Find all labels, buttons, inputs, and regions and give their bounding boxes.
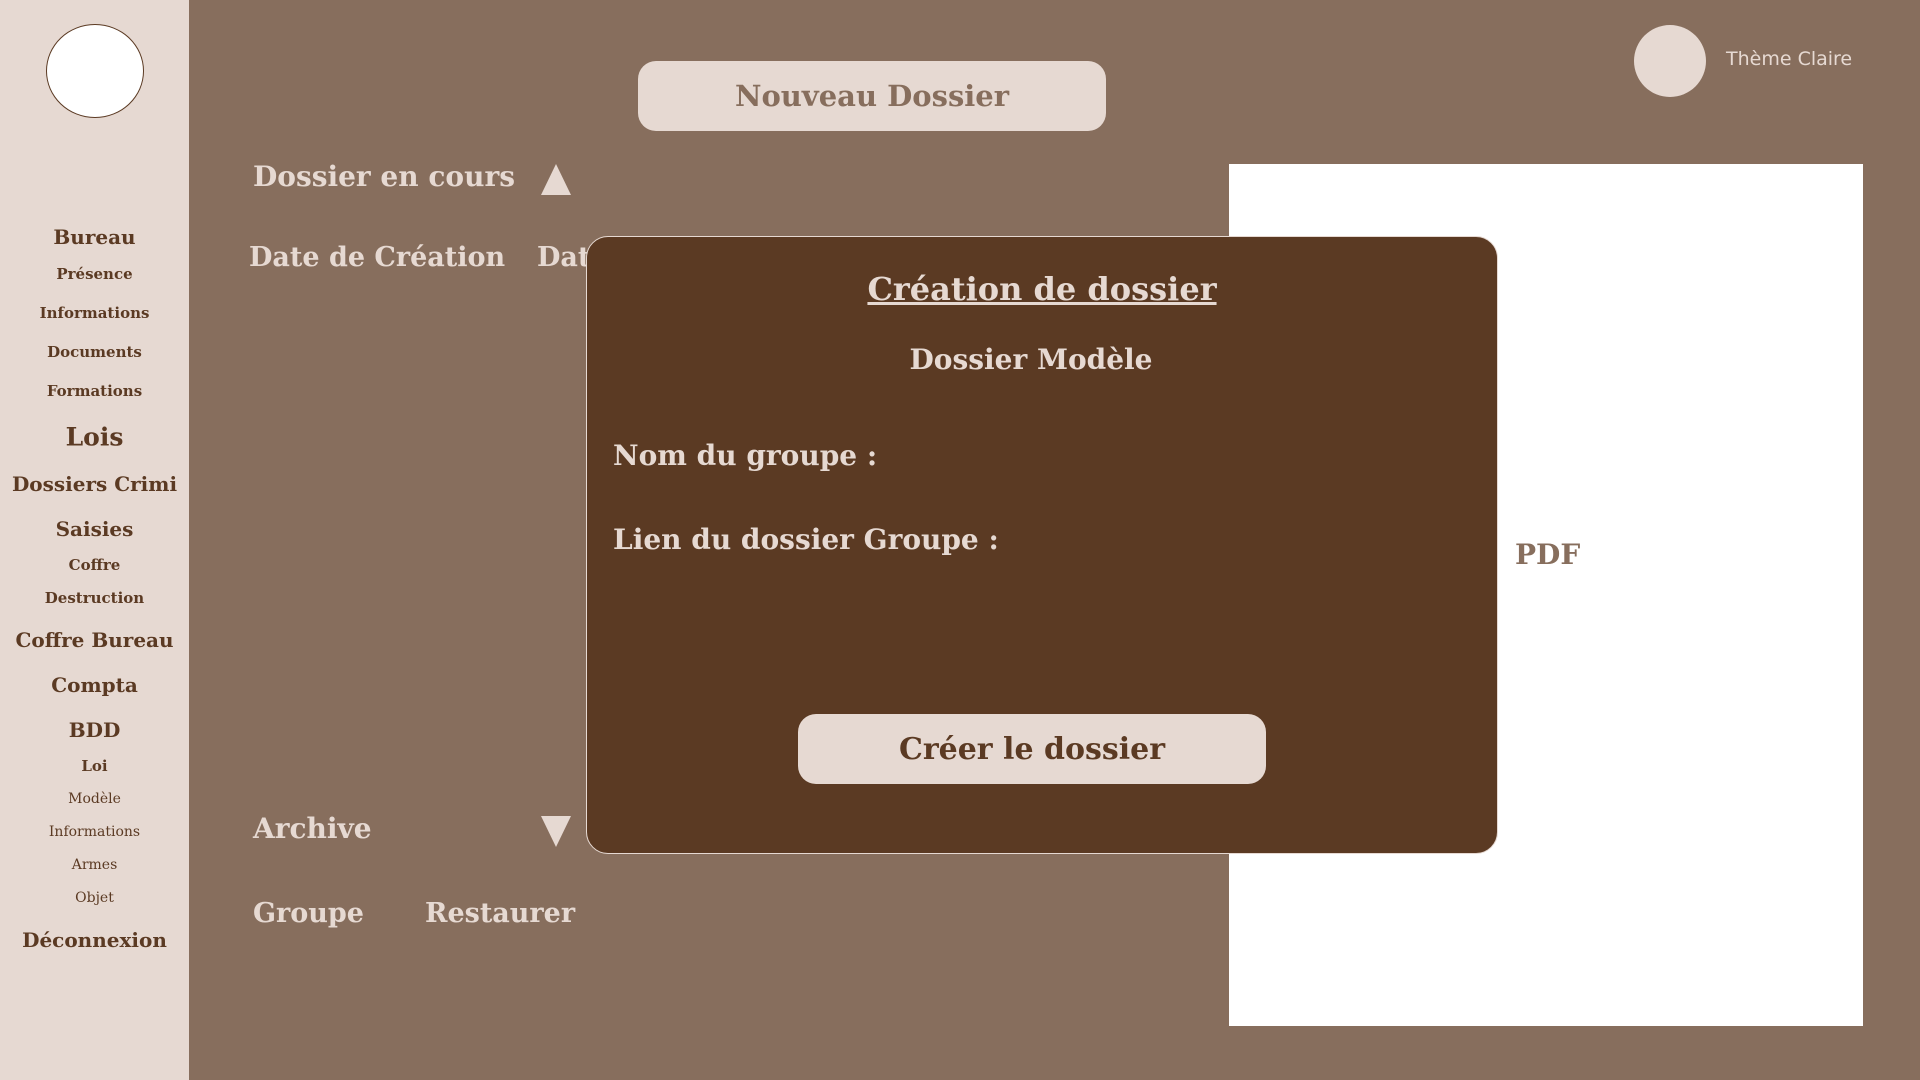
create-folder-modal: Création de dossier Dossier Modèle Nom d… bbox=[586, 236, 1498, 854]
column-date-partial[interactable]: Dat bbox=[537, 242, 590, 273]
sidebar-item-dossiers-crimi[interactable]: Dossiers Crimi bbox=[0, 472, 189, 496]
sidebar-item-informations[interactable]: Informations bbox=[0, 824, 189, 840]
group-link-label: Lien du dossier Groupe : bbox=[613, 523, 999, 556]
sidebar-item-objet[interactable]: Objet bbox=[0, 890, 189, 906]
sidebar-item-bdd[interactable]: BDD bbox=[0, 718, 189, 742]
sidebar-item-compta[interactable]: Compta bbox=[0, 673, 189, 697]
sort-up-icon[interactable] bbox=[541, 164, 571, 195]
theme-label: Thème Claire bbox=[1726, 48, 1853, 70]
sidebar-item-coffre[interactable]: Coffre bbox=[0, 556, 189, 574]
sidebar-item-destruction[interactable]: Destruction bbox=[0, 589, 189, 607]
sidebar-item-presence[interactable]: Présence bbox=[0, 265, 189, 283]
sidebar-item-loi[interactable]: Loi bbox=[0, 757, 189, 775]
column-creation-date[interactable]: Date de Création bbox=[249, 242, 505, 273]
template-folder-label[interactable]: Dossier Modèle bbox=[587, 343, 1497, 376]
sort-down-icon[interactable] bbox=[541, 816, 571, 847]
column-restore[interactable]: Restaurer bbox=[425, 898, 575, 929]
column-group[interactable]: Groupe bbox=[253, 898, 364, 929]
sidebar-item-documents[interactable]: Documents bbox=[0, 343, 189, 361]
sidebar-item-coffre-bureau[interactable]: Coffre Bureau bbox=[0, 628, 189, 652]
group-name-label: Nom du groupe : bbox=[613, 439, 878, 472]
theme-toggle[interactable] bbox=[1634, 25, 1706, 97]
pdf-label: PDF bbox=[1515, 538, 1581, 571]
avatar[interactable] bbox=[46, 24, 144, 118]
sidebar-item-bureau[interactable]: Bureau bbox=[0, 225, 189, 249]
archive-title: Archive bbox=[253, 812, 372, 845]
modal-title: Création de dossier bbox=[867, 270, 1217, 308]
sidebar-item-saisies[interactable]: Saisies bbox=[0, 517, 189, 541]
sidebar-item-informations[interactable]: Informations bbox=[0, 304, 189, 322]
create-folder-button[interactable]: Créer le dossier bbox=[798, 714, 1266, 784]
current-folders-title: Dossier en cours bbox=[253, 160, 515, 193]
new-folder-button[interactable]: Nouveau Dossier bbox=[638, 61, 1106, 131]
sidebar-item-armes[interactable]: Armes bbox=[0, 857, 189, 873]
sidebar-item-deconnexion[interactable]: Déconnexion bbox=[0, 928, 189, 952]
sidebar-item-formations[interactable]: Formations bbox=[0, 382, 189, 400]
sidebar-item-modele[interactable]: Modèle bbox=[0, 791, 189, 807]
sidebar: Bureau Présence Informations Documents Forma… bbox=[0, 0, 189, 1080]
sidebar-item-lois[interactable]: Lois bbox=[0, 423, 189, 452]
